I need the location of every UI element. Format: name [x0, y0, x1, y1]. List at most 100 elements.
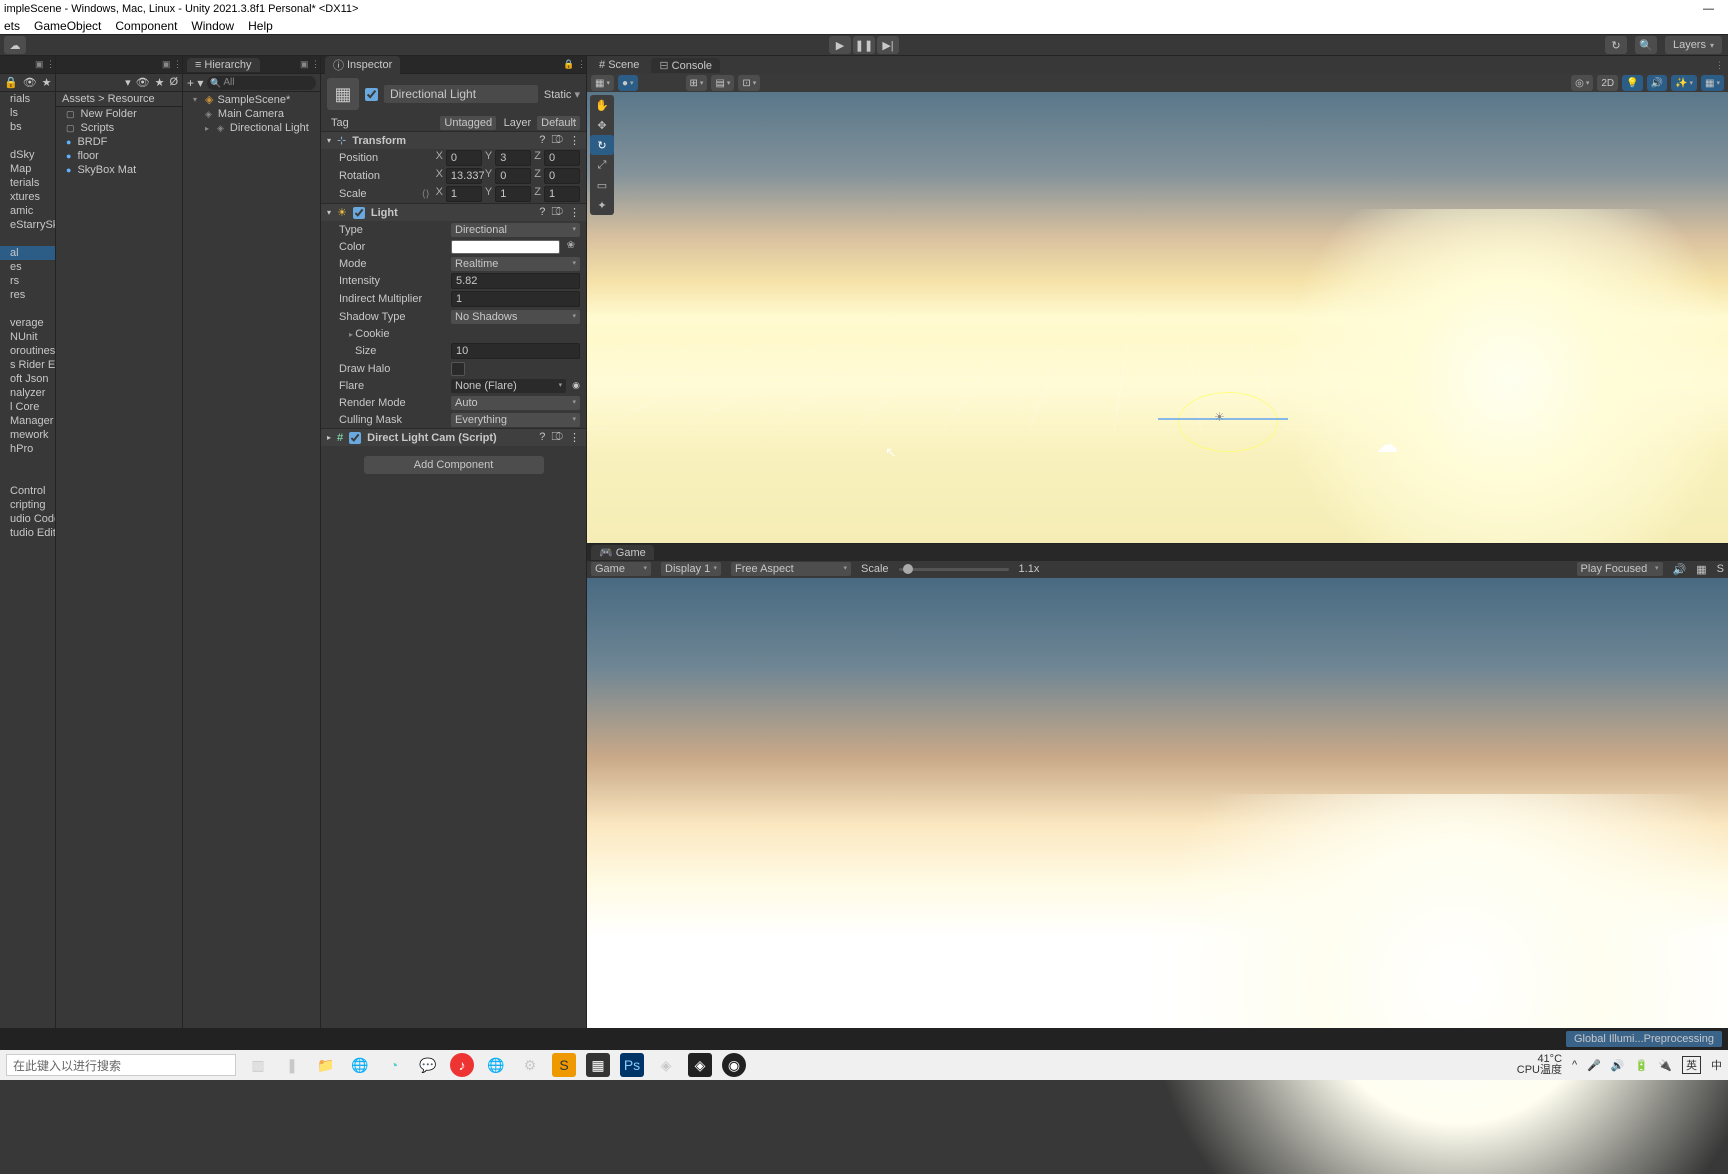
list-item[interactable]: nalyzer: [0, 386, 55, 400]
pos-y[interactable]: 3: [495, 150, 531, 166]
asset-item[interactable]: SkyBox Mat: [56, 163, 182, 177]
menu-gameobject[interactable]: GameObject: [34, 18, 101, 34]
tab-inspector[interactable]: ⓘ Inspector: [325, 56, 400, 74]
scale-slider[interactable]: [899, 568, 1009, 571]
app-icon[interactable]: ◔: [382, 1053, 406, 1077]
rot-z[interactable]: 0: [544, 168, 580, 184]
display-dropdown[interactable]: Display 1: [661, 562, 721, 576]
gizmos-icon[interactable]: ▦: [1701, 75, 1724, 91]
panel-menu-icon[interactable]: ▣ ⋮: [300, 59, 320, 70]
help-icon[interactable]: ?: [539, 206, 545, 219]
scl-y[interactable]: 1: [495, 186, 531, 202]
aspect-dropdown[interactable]: Free Aspect: [731, 562, 851, 576]
list-item[interactable]: amic: [0, 204, 55, 218]
edge-icon[interactable]: 🌐: [484, 1053, 508, 1077]
hierarchy-item-camera[interactable]: Main Camera: [183, 107, 320, 121]
menu-assets[interactable]: ets: [4, 18, 20, 34]
asset-item[interactable]: Scripts: [56, 121, 182, 135]
scale-tool[interactable]: ⤢: [590, 155, 614, 175]
shadow-dropdown[interactable]: No Shadows: [451, 310, 580, 324]
obs-icon[interactable]: ◉: [722, 1053, 746, 1077]
photos-icon[interactable]: ▦: [586, 1053, 610, 1077]
breadcrumb[interactable]: Assets > Resource: [56, 92, 182, 107]
list-item[interactable]: rs: [0, 274, 55, 288]
list-item[interactable]: l Core: [0, 400, 55, 414]
star-icon[interactable]: ★: [42, 76, 52, 89]
light-gizmo[interactable]: ☀: [1158, 362, 1298, 482]
asset-item[interactable]: floor: [56, 149, 182, 163]
list-item[interactable]: xtures: [0, 190, 55, 204]
list-item[interactable]: hPro: [0, 442, 55, 456]
list-item[interactable]: eStarrySky: [0, 218, 55, 232]
list-item[interactable]: verage: [0, 316, 55, 330]
preset-icon[interactable]: ⎄: [551, 431, 563, 444]
intensity-field[interactable]: 5.82: [451, 273, 580, 289]
tab-console[interactable]: ⊟ Console: [651, 58, 720, 73]
gizmos-game-icon[interactable]: S: [1717, 563, 1724, 575]
list-item[interactable]: es: [0, 260, 55, 274]
light-mode-dropdown[interactable]: Realtime: [451, 257, 580, 271]
tray-chevron-icon[interactable]: ^: [1572, 1059, 1577, 1071]
scene-root[interactable]: ▾◈ SampleScene*: [183, 92, 320, 107]
list-item[interactable]: res: [0, 288, 55, 302]
window-minimize[interactable]: —: [1689, 0, 1728, 18]
game-viewport[interactable]: [587, 578, 1728, 1029]
add-component-button[interactable]: Add Component: [364, 456, 544, 474]
list-item[interactable]: dSky: [0, 148, 55, 162]
layer-dropdown[interactable]: Default: [537, 116, 580, 130]
indirect-field[interactable]: 1: [451, 291, 580, 307]
menu-icon[interactable]: ⋮: [569, 134, 580, 147]
game-mode-dropdown[interactable]: Game: [591, 562, 651, 576]
list-item[interactable]: rials: [0, 92, 55, 106]
taskbar-search[interactable]: 在此键入以进行搜索: [6, 1054, 236, 1076]
menu-icon[interactable]: ⋮: [569, 431, 580, 444]
wechat-icon[interactable]: 💬: [416, 1053, 440, 1077]
list-item[interactable]: tudio Editor: [0, 526, 55, 540]
pos-z[interactable]: 0: [544, 150, 580, 166]
power-icon[interactable]: 🔌: [1658, 1059, 1672, 1072]
script-enabled-checkbox[interactable]: [349, 432, 361, 444]
hierarchy-search[interactable]: All: [207, 76, 316, 90]
cookie-size-field[interactable]: 10: [451, 343, 580, 359]
static-dropdown[interactable]: Static ▾: [544, 88, 580, 101]
help-icon[interactable]: ?: [539, 134, 545, 147]
tab-scene[interactable]: # Scene: [591, 58, 647, 72]
pause-button[interactable]: ❚❚: [853, 36, 875, 54]
lighting-icon[interactable]: 💡: [1622, 75, 1642, 91]
draw-mode-dropdown[interactable]: ▦: [591, 75, 614, 91]
menu-window[interactable]: Window: [191, 18, 234, 34]
grid-dropdown[interactable]: ▤: [711, 75, 734, 91]
gameobject-name-field[interactable]: Directional Light: [384, 85, 538, 103]
halo-checkbox[interactable]: [451, 362, 465, 376]
task-view-icon[interactable]: ▥: [246, 1053, 270, 1077]
hierarchy-item-light[interactable]: ▸Directional Light: [183, 121, 320, 135]
light-header[interactable]: ▾☀ Light ?⎄⋮: [321, 203, 586, 221]
stats-icon[interactable]: ▦: [1696, 563, 1706, 576]
list-item[interactable]: al: [0, 246, 55, 260]
rect-tool[interactable]: ▭: [590, 175, 614, 195]
list-item[interactable]: terials: [0, 176, 55, 190]
lock-icon[interactable]: 🔒: [4, 76, 18, 89]
list-item[interactable]: ls: [0, 106, 55, 120]
flare-picker-icon[interactable]: ◉: [572, 380, 580, 391]
list-item[interactable]: Map: [0, 162, 55, 176]
scl-z[interactable]: 1: [544, 186, 580, 202]
play-focused-dropdown[interactable]: Play Focused: [1577, 562, 1663, 576]
filter-icon[interactable]: ▾: [125, 76, 131, 89]
tag-dropdown[interactable]: Untagged: [440, 116, 496, 130]
list-item[interactable]: oft Json: [0, 372, 55, 386]
step-button[interactable]: ▶|: [877, 36, 899, 54]
mute-icon[interactable]: 🔊: [1673, 563, 1687, 576]
list-item[interactable]: cripting: [0, 498, 55, 512]
light-type-dropdown[interactable]: Directional: [451, 223, 580, 237]
link-scale-icon[interactable]: ⟨⟩: [422, 189, 430, 200]
grid-snap-dropdown[interactable]: ⊡: [738, 75, 760, 91]
menu-help[interactable]: Help: [248, 18, 273, 34]
list-item[interactable]: oroutines: [0, 344, 55, 358]
app-icon[interactable]: ◈: [654, 1053, 678, 1077]
list-item[interactable]: mework: [0, 428, 55, 442]
explorer-icon[interactable]: 📁: [314, 1053, 338, 1077]
btn-2d[interactable]: 2D: [1597, 75, 1618, 91]
lock-icon[interactable]: 🔒 ⋮: [563, 59, 586, 70]
eye-icon[interactable]: 👁: [23, 76, 37, 89]
